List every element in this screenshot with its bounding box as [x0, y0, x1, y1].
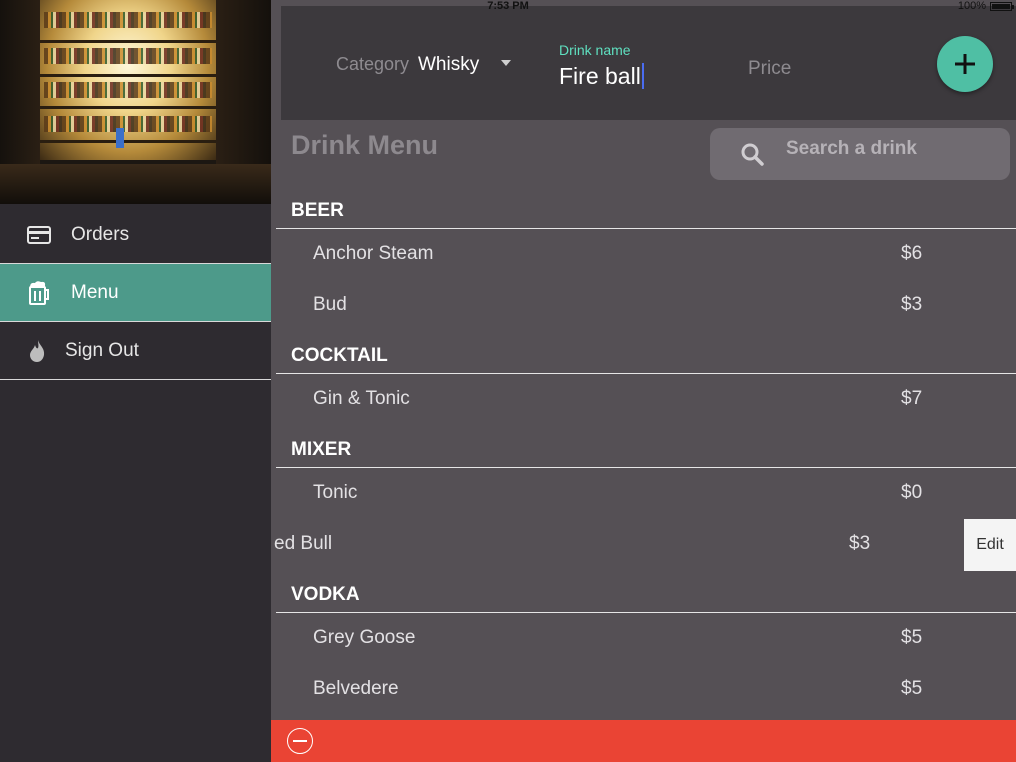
drink-name: Belvedere — [313, 678, 399, 699]
minus-circle-icon[interactable] — [287, 728, 313, 754]
drink-name: ed Bull — [274, 533, 333, 554]
price-input[interactable]: Price — [748, 58, 791, 80]
section-title: COCKTAIL — [291, 345, 388, 366]
list-item[interactable]: Tonic $0 — [276, 468, 1016, 519]
category-select[interactable]: Whisky — [418, 54, 479, 76]
section-header-vodka: VODKA — [276, 570, 1016, 613]
drink-name-value: Fire ball — [559, 63, 641, 89]
sidebar-nav: Orders Menu Sign Out — [0, 206, 271, 380]
search-placeholder: Search a drink — [786, 138, 917, 159]
search-input[interactable]: Search a drink — [710, 128, 1010, 180]
list-item[interactable]: Belvedere $5 — [276, 664, 1016, 715]
sidebar-item-label: Menu — [71, 281, 119, 303]
sidebar-item-label: Sign Out — [65, 339, 139, 361]
flame-icon — [25, 339, 49, 363]
credit-card-icon — [27, 223, 51, 247]
caret-down-icon[interactable] — [501, 60, 511, 66]
drink-price: $7 — [901, 388, 923, 409]
section-header-mixer: MIXER — [276, 425, 1016, 468]
section-header-cocktail: COCKTAIL — [276, 331, 1016, 374]
list-item[interactable]: Gin & Tonic $7 — [276, 374, 1016, 425]
drink-price: $3 — [901, 294, 923, 315]
drink-name-input[interactable]: Fire ball — [559, 63, 669, 95]
section-title: BEER — [291, 200, 344, 221]
category-label: Category — [336, 54, 410, 74]
edit-button[interactable]: Edit — [964, 519, 1016, 571]
section-header-beer: BEER — [276, 186, 1016, 229]
drink-price: $3 — [849, 533, 871, 554]
sidebar: Orders Menu Sign Out — [0, 0, 271, 762]
drink-list: BEER Anchor Steam $6 Bud $3 COCKTAIL Gin… — [274, 186, 1016, 715]
beer-mug-icon — [27, 280, 51, 305]
page-title: Drink Menu — [291, 130, 439, 160]
main-panel: Category Whisky Drink name Fire ball Pri… — [271, 0, 1016, 762]
drink-name: Grey Goose — [313, 627, 416, 648]
drink-price: $5 — [901, 627, 923, 648]
list-item[interactable]: Bud $3 — [276, 280, 1016, 331]
section-title: MIXER — [291, 439, 352, 460]
sidebar-item-orders[interactable]: Orders — [0, 206, 271, 264]
drink-name: Bud — [313, 294, 347, 315]
drink-name: Anchor Steam — [313, 243, 434, 264]
list-item-swiped[interactable]: ed Bull $3 Edit — [274, 519, 1016, 571]
add-drink-button[interactable] — [937, 36, 993, 92]
text-cursor — [641, 63, 644, 89]
drink-name: Gin & Tonic — [313, 388, 410, 409]
drink-name: Tonic — [313, 482, 358, 503]
sidebar-item-sign-out[interactable]: Sign Out — [0, 322, 271, 380]
drink-price: $5 — [901, 678, 923, 699]
footer-bar — [271, 720, 1016, 762]
list-item[interactable]: Grey Goose $5 — [276, 613, 1016, 664]
plus-icon — [955, 54, 975, 74]
sidebar-item-menu[interactable]: Menu — [0, 264, 271, 322]
new-drink-form: Category Whisky Drink name Fire ball Pri… — [281, 6, 1016, 120]
drink-name-label: Drink name — [559, 42, 631, 58]
sidebar-item-label: Orders — [71, 223, 130, 245]
bar-photo — [0, 0, 271, 204]
search-icon — [741, 143, 764, 166]
drink-price: $6 — [901, 243, 923, 264]
section-title: VODKA — [291, 584, 360, 605]
drink-price: $0 — [901, 482, 923, 503]
list-item[interactable]: Anchor Steam $6 — [276, 229, 1016, 280]
